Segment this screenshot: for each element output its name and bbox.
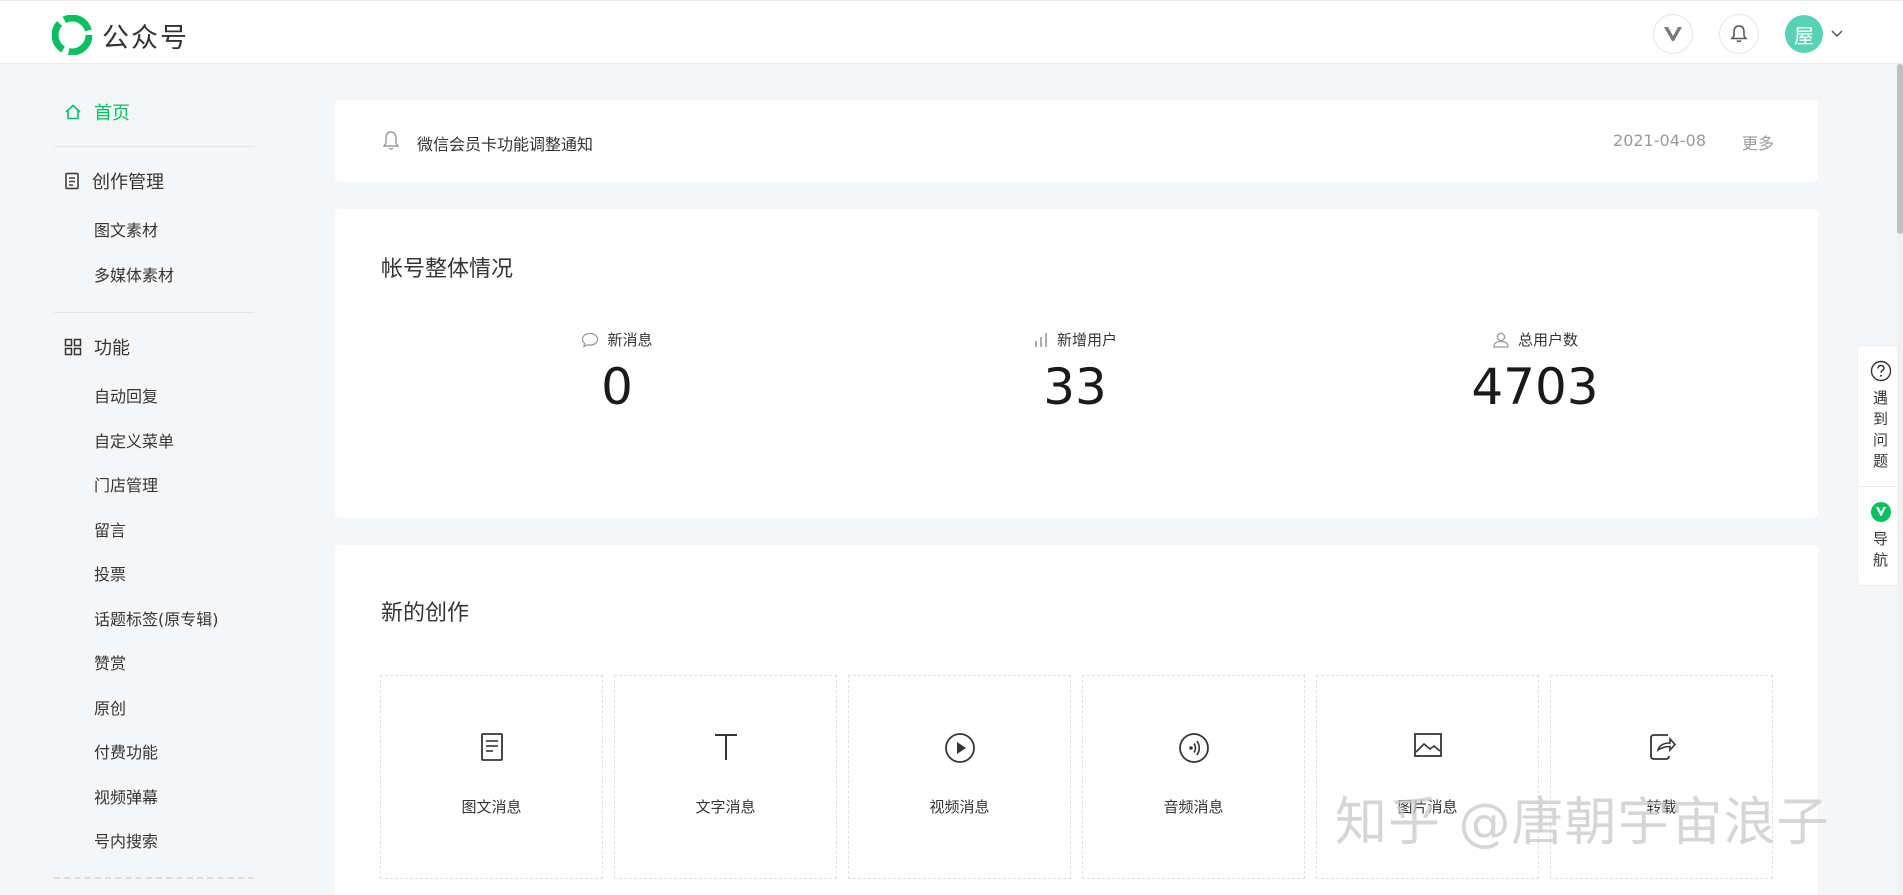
- stat-value: 4703: [1471, 358, 1599, 416]
- app-name: 公众号: [102, 22, 189, 54]
- notification-button[interactable]: [1719, 14, 1759, 54]
- share-icon: [1649, 734, 1676, 760]
- wechat-search-button[interactable]: [1653, 14, 1693, 54]
- sidebar-group-creation[interactable]: 创作管理: [54, 153, 254, 209]
- stat-new-messages[interactable]: 新消息 0: [467, 329, 767, 416]
- bell-icon: [382, 131, 400, 150]
- top-actions: 屋: [1627, 14, 1843, 54]
- sidebar-item-home[interactable]: 首页: [54, 84, 254, 140]
- stat-label-row: 新增用户: [925, 329, 1225, 350]
- top-bar: 公众号 屋: [0, 0, 1903, 64]
- create-article-button[interactable]: 图文消息: [380, 675, 603, 879]
- account-overview-card: 帐号整体情况 新消息 0 新增用户 33 总用户数 4703: [335, 209, 1818, 518]
- logo[interactable]: 公众号: [52, 15, 189, 55]
- page-scrollbar[interactable]: [1897, 64, 1903, 895]
- document-icon: [65, 172, 79, 190]
- user-icon: [1493, 332, 1509, 348]
- sidebar-item-comments[interactable]: 留言: [54, 509, 254, 554]
- sidebar-item-media-material[interactable]: 多媒体素材: [54, 254, 254, 299]
- sidebar: 首页 创作管理 图文素材 多媒体素材 功能 自动回复 自定义菜单 门店管理 留言…: [54, 64, 254, 885]
- stat-label-row: 新消息: [467, 329, 767, 350]
- stat-value: 33: [1043, 358, 1107, 416]
- stat-new-users[interactable]: 新增用户 33: [925, 329, 1225, 416]
- stat-value: 0: [601, 358, 633, 416]
- question-icon: [1870, 360, 1891, 382]
- create-item-label: 图文消息: [461, 798, 522, 816]
- create-text-button[interactable]: 文字消息: [614, 675, 837, 879]
- video-icon: [944, 733, 975, 763]
- home-icon: [65, 104, 81, 120]
- avatar[interactable]: 屋: [1785, 15, 1823, 53]
- y-logo-icon: [1664, 27, 1682, 41]
- stat-label: 新增用户: [1056, 331, 1117, 349]
- sidebar-item-store-management[interactable]: 门店管理: [54, 464, 254, 509]
- sidebar-item-paid-features[interactable]: 付费功能: [54, 731, 254, 776]
- wechat-official-logo-icon: [52, 15, 92, 55]
- divider: [54, 876, 254, 885]
- sidebar-group-label: 功能: [94, 338, 130, 359]
- create-item-label: 视频消息: [929, 798, 990, 816]
- sidebar-group-label: 创作管理: [92, 172, 164, 193]
- sidebar-item-custom-menu[interactable]: 自定义菜单: [54, 420, 254, 465]
- stat-label-row: 总用户数: [1385, 329, 1685, 350]
- sidebar-item-video-danmaku[interactable]: 视频弹幕: [54, 776, 254, 821]
- guide-label: 导航: [1872, 530, 1888, 569]
- audio-icon: [1178, 733, 1209, 763]
- sidebar-group-features[interactable]: 功能: [54, 319, 254, 375]
- bar-chart-icon: [1035, 332, 1047, 347]
- stat-total-users[interactable]: 总用户数 4703: [1385, 329, 1685, 416]
- create-item-label: 音频消息: [1163, 798, 1224, 816]
- section-title: 帐号整体情况: [381, 257, 514, 282]
- watermark: 知乎 @唐朝宇宙浪子: [1335, 793, 1830, 853]
- notice-card: 微信会员卡功能调整通知 2021-04-08 更多: [335, 100, 1818, 182]
- sidebar-item-topic-tags[interactable]: 话题标签(原专辑): [54, 598, 254, 643]
- grid-icon: [64, 338, 82, 356]
- bell-icon: [1730, 25, 1748, 43]
- image-icon: [1413, 733, 1442, 757]
- sidebar-item-label: 首页: [94, 103, 130, 124]
- message-icon: [582, 332, 599, 348]
- sidebar-item-auto-reply[interactable]: 自动回复: [54, 375, 254, 420]
- divider: [54, 312, 254, 313]
- stat-label: 总用户数: [1517, 331, 1578, 349]
- notice-date: 2021-04-08: [1613, 131, 1706, 150]
- sidebar-item-vote[interactable]: 投票: [54, 553, 254, 598]
- article-icon: [480, 733, 503, 761]
- sidebar-item-original[interactable]: 原创: [54, 687, 254, 732]
- sidebar-item-article-material[interactable]: 图文素材: [54, 209, 254, 254]
- help-label: 遇到问题: [1872, 389, 1888, 470]
- stat-label: 新消息: [607, 331, 653, 349]
- text-icon: [714, 734, 737, 760]
- notice-link[interactable]: 微信会员卡功能调整通知: [417, 131, 593, 155]
- create-audio-button[interactable]: 音频消息: [1082, 675, 1305, 879]
- scroll-thumb[interactable]: [1897, 64, 1903, 234]
- create-video-button[interactable]: 视频消息: [848, 675, 1071, 879]
- chevron-down-icon[interactable]: [1831, 30, 1843, 38]
- sidebar-item-reward[interactable]: 赞赏: [54, 642, 254, 687]
- section-title: 新的创作: [381, 601, 470, 626]
- notice-more-link[interactable]: 更多: [1742, 130, 1774, 154]
- divider: [54, 146, 254, 147]
- create-item-label: 文字消息: [695, 798, 756, 816]
- sidebar-item-in-account-search[interactable]: 号内搜索: [54, 820, 254, 865]
- y-logo-icon: [1870, 502, 1891, 522]
